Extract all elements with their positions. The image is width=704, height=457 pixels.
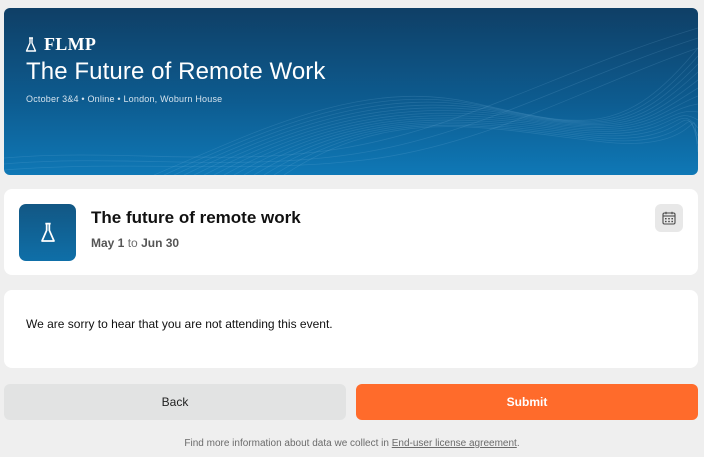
submit-button[interactable]: Submit (356, 384, 698, 420)
event-logo (19, 204, 76, 261)
back-button[interactable]: Back (4, 384, 346, 420)
brand: FLMP (25, 34, 96, 55)
eula-link[interactable]: End-user license agreement (392, 438, 517, 449)
calendar-icon (662, 211, 676, 225)
footer-note: Find more information about data we coll… (0, 438, 704, 449)
footer-text: Find more information about data we coll… (184, 438, 389, 449)
footer-suffix: . (516, 438, 520, 449)
event-dates: May 1 to Jun 30 (91, 236, 179, 250)
event-start-date: May 1 (91, 236, 125, 250)
flask-icon (40, 222, 55, 242)
flask-icon (25, 36, 37, 52)
event-card: The future of remote work May 1 to Jun 3… (4, 189, 698, 275)
banner-title: The Future of Remote Work (26, 58, 326, 85)
event-banner: FLMP The Future of Remote Work October 3… (4, 8, 698, 175)
message-card: We are sorry to hear that you are not at… (4, 290, 698, 368)
banner-wave-pattern (4, 27, 698, 175)
event-title: The future of remote work (91, 208, 301, 227)
banner-subtitle: October 3&4 • Online • London, Woburn Ho… (26, 94, 223, 104)
add-to-calendar-button[interactable] (655, 204, 683, 232)
event-end-date: Jun 30 (141, 236, 180, 250)
brand-name: FLMP (44, 34, 97, 54)
not-attending-message: We are sorry to hear that you are not at… (26, 317, 333, 331)
date-separator: to (127, 236, 138, 250)
page: FLMP The Future of Remote Work October 3… (0, 0, 704, 457)
